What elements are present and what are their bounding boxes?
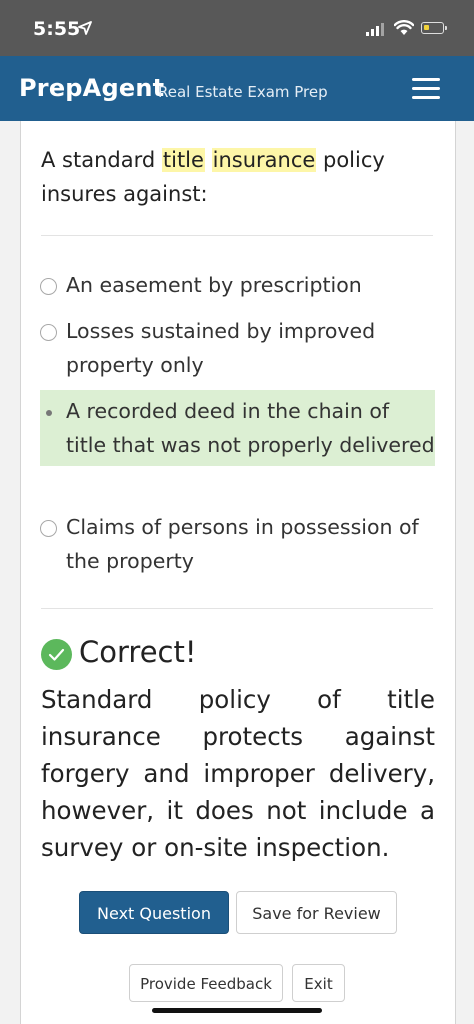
divider xyxy=(41,608,433,609)
radio-button[interactable] xyxy=(40,324,57,341)
divider xyxy=(41,235,433,236)
answer-option[interactable]: Claims of persons in possession of the p… xyxy=(40,510,435,578)
option-label: An easement by prescription xyxy=(66,273,362,297)
highlighted-term: title xyxy=(161,148,205,172)
option-label: Losses sustained by improved property on… xyxy=(66,319,376,377)
question-text: A standard title insurance policy insure… xyxy=(41,148,385,206)
answer-option[interactable]: An easement by prescription xyxy=(40,268,435,302)
radio-button[interactable] xyxy=(40,278,57,295)
home-indicator[interactable] xyxy=(152,1008,322,1013)
answer-option-selected[interactable]: A recorded deed in the chain of title th… xyxy=(40,390,435,466)
provide-feedback-button[interactable]: Provide Feedback xyxy=(129,964,283,1002)
explanation-text: Standard policy of title insurance prote… xyxy=(41,685,435,862)
status-bar: 5:55 xyxy=(0,0,474,56)
status-time: 5:55 xyxy=(33,18,81,40)
location-arrow-icon xyxy=(78,21,92,35)
next-question-button[interactable]: Next Question xyxy=(79,891,229,934)
check-circle-icon xyxy=(41,639,72,670)
app-header: PrepAgent Real Estate Exam Prep xyxy=(0,56,474,121)
highlighted-term: insurance xyxy=(211,148,317,172)
brand-tagline: Real Estate Exam Prep xyxy=(158,83,328,101)
battery-low-icon xyxy=(421,22,447,34)
brand-logo[interactable]: PrepAgent xyxy=(19,74,164,102)
wifi-icon xyxy=(394,20,414,35)
hamburger-menu-icon[interactable] xyxy=(412,78,442,100)
result-title: Correct! xyxy=(79,635,197,669)
exit-button[interactable]: Exit xyxy=(292,964,345,1002)
option-label: Claims of persons in possession of the p… xyxy=(66,515,419,573)
question-card: A standard title insurance policy insure… xyxy=(20,121,456,1024)
save-for-review-button[interactable]: Save for Review xyxy=(236,891,397,934)
radio-button-selected[interactable] xyxy=(40,404,57,421)
answer-option[interactable]: Losses sustained by improved property on… xyxy=(40,314,435,382)
radio-button[interactable] xyxy=(40,520,57,537)
option-label: A recorded deed in the chain of title th… xyxy=(66,399,435,457)
